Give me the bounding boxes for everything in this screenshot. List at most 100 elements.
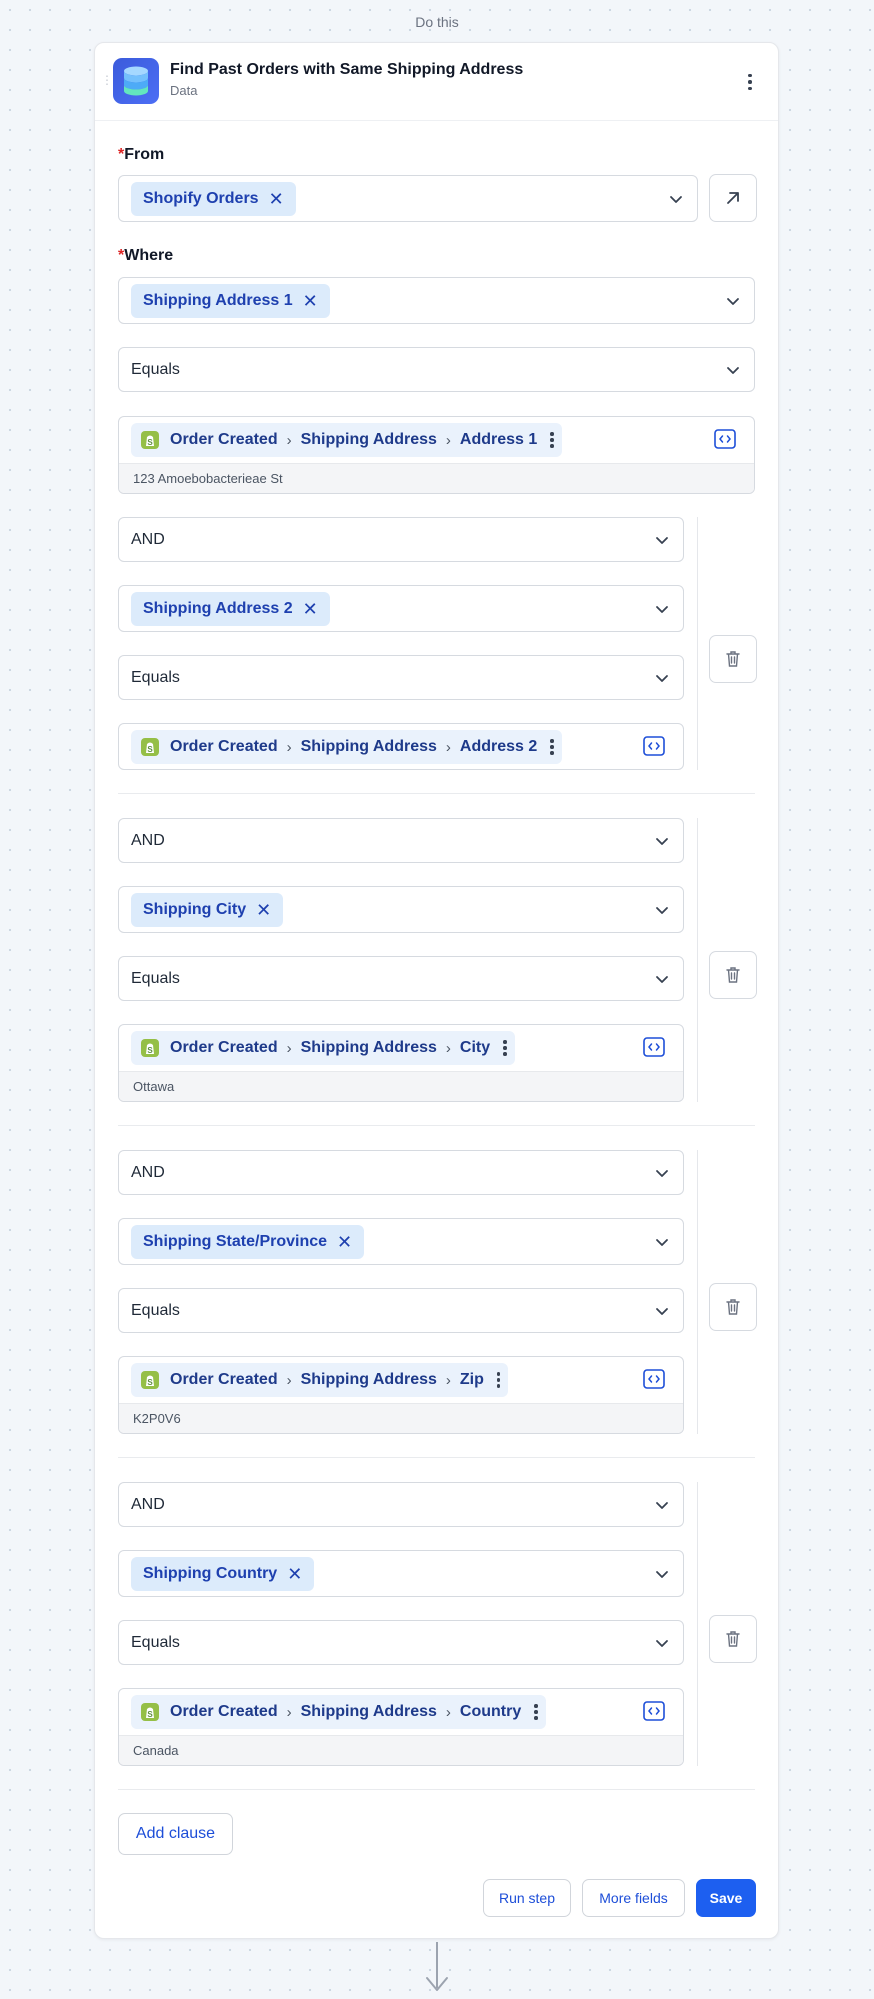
shopify-icon: S (141, 1371, 159, 1389)
arrow-up-right-icon (727, 192, 739, 204)
chevron-down-icon (656, 1238, 668, 1246)
clause-conjunction-select[interactable]: AND (118, 1150, 684, 1195)
chevron-down-icon (656, 605, 668, 613)
field-chip: Shipping Address 2 ✕ (131, 591, 330, 626)
chevron-down-icon (656, 674, 668, 682)
where-operator-select[interactable]: Equals (118, 347, 755, 392)
code-toggle-icon[interactable] (643, 1701, 665, 1721)
field-chip: Shipping Country ✕ (131, 1556, 315, 1591)
clause-value-input[interactable]: S Order Created › Shipping Address › Count… (118, 1688, 684, 1766)
clause-conjunction-select[interactable]: AND (118, 818, 684, 863)
variable-menu-icon[interactable] (534, 1704, 538, 1720)
database-icon (113, 58, 159, 104)
variable-menu-icon[interactable] (496, 1372, 501, 1388)
remove-chip-icon[interactable]: ✕ (287, 1565, 302, 1583)
remove-chip-icon[interactable]: ✕ (303, 600, 318, 618)
value-preview: K2P0V6 (119, 1403, 683, 1433)
chevron-down-icon (670, 195, 682, 203)
clause-operator-select[interactable]: Equals (118, 956, 684, 1001)
clause-conjunction-select[interactable]: AND (118, 1482, 684, 1527)
value-preview: 123 Amoebobacterieae St (119, 463, 754, 493)
trash-icon (726, 967, 740, 983)
field-chip: Shipping State/Province ✕ (131, 1224, 365, 1259)
step-subtitle: Data (170, 83, 198, 98)
clause-divider (697, 1150, 698, 1434)
remove-chip-icon[interactable]: ✕ (256, 901, 271, 919)
code-toggle-icon[interactable] (643, 1369, 665, 1389)
clause-conjunction-select[interactable]: AND (118, 517, 684, 562)
chevron-down-icon (656, 1501, 668, 1509)
where-field-select[interactable]: Shipping Address 1 ✕ (118, 277, 755, 324)
chevron-down-icon (656, 975, 668, 983)
field-chip: Shipping City ✕ (131, 892, 284, 927)
variable-chip[interactable]: S Order Created › Shipping Address › City (131, 1031, 515, 1065)
where-label: *Where (118, 247, 174, 264)
step-card: ⋮⋮ Find Past Orders with Same Shipping A… (94, 42, 779, 1939)
delete-clause-button[interactable] (709, 951, 757, 999)
clause-operator-select[interactable]: Equals (118, 655, 684, 700)
add-clause-button[interactable]: Add clause (118, 1813, 233, 1855)
value-preview: Canada (119, 1735, 683, 1765)
trash-icon (726, 1299, 740, 1315)
delete-clause-button[interactable] (709, 1283, 757, 1331)
svg-text:S: S (147, 1710, 153, 1719)
step-header: ⋮⋮ Find Past Orders with Same Shipping A… (95, 43, 778, 121)
chevron-down-icon (656, 1169, 668, 1177)
variable-menu-icon[interactable] (550, 739, 554, 755)
step-connector-label: Do this (415, 14, 459, 30)
clause-field-select[interactable]: Shipping Address 2 ✕ (118, 585, 684, 632)
chevron-down-icon (656, 1570, 668, 1578)
delete-clause-button[interactable] (709, 1615, 757, 1663)
shopify-icon: S (141, 738, 159, 756)
clause-value-input[interactable]: S Order Created › Shipping Address › Addre… (118, 723, 684, 770)
clause-separator (118, 1457, 755, 1458)
code-toggle-icon[interactable] (643, 736, 665, 756)
remove-chip-icon[interactable]: ✕ (269, 190, 284, 208)
step-menu-icon[interactable] (740, 70, 760, 94)
svg-text:S: S (147, 438, 153, 447)
variable-chip[interactable]: S Order Created › Shipping Address › Addre… (131, 423, 562, 457)
trash-icon (726, 1631, 740, 1647)
code-toggle-icon[interactable] (714, 429, 736, 449)
open-table-button[interactable] (709, 174, 757, 222)
svg-text:S: S (147, 1046, 153, 1055)
remove-chip-icon[interactable]: ✕ (303, 292, 318, 310)
save-button[interactable]: Save (696, 1879, 756, 1917)
clause-field-select[interactable]: Shipping State/Province ✕ (118, 1218, 684, 1265)
variable-chip[interactable]: S Order Created › Shipping Address › Zip (131, 1363, 509, 1397)
clause-value-input[interactable]: S Order Created › Shipping Address › Zip K… (118, 1356, 684, 1434)
chevron-down-icon (656, 1639, 668, 1647)
clause-operator-select[interactable]: Equals (118, 1288, 684, 1333)
clause-divider (697, 818, 698, 1102)
clause-field-select[interactable]: Shipping Country ✕ (118, 1550, 684, 1597)
from-chip: Shopify Orders ✕ (131, 181, 296, 216)
shopify-icon: S (141, 431, 159, 449)
remove-chip-icon[interactable]: ✕ (337, 1233, 352, 1251)
trash-icon (726, 651, 740, 667)
chevron-down-icon (727, 366, 739, 374)
clause-field-select[interactable]: Shipping City ✕ (118, 886, 684, 933)
shopify-icon: S (141, 1703, 159, 1721)
clause-separator (118, 793, 755, 794)
clause-separator (118, 1125, 755, 1126)
clause-value-input[interactable]: S Order Created › Shipping Address › City … (118, 1024, 684, 1102)
clause-separator (118, 1789, 755, 1790)
more-fields-button[interactable]: More fields (582, 1879, 685, 1917)
value-preview: Ottawa (119, 1071, 683, 1101)
where-value-input[interactable]: S Order Created › Shipping Address › Addre… (118, 416, 755, 494)
variable-menu-icon[interactable] (550, 432, 554, 448)
variable-chip[interactable]: S Order Created › Shipping Address › Count… (131, 1695, 546, 1729)
run-step-button[interactable]: Run step (483, 1879, 571, 1917)
shopify-icon: S (141, 1039, 159, 1057)
clause-operator-select[interactable]: Equals (118, 1620, 684, 1665)
clause-divider (697, 1482, 698, 1766)
variable-menu-icon[interactable] (503, 1040, 507, 1056)
svg-text:S: S (147, 1378, 153, 1387)
chevron-down-icon (656, 906, 668, 914)
variable-chip[interactable]: S Order Created › Shipping Address › Addre… (131, 730, 562, 764)
delete-clause-button[interactable] (709, 635, 757, 683)
from-select[interactable]: Shopify Orders ✕ (118, 175, 698, 222)
from-label: *From (118, 146, 165, 163)
code-toggle-icon[interactable] (643, 1037, 665, 1057)
chevron-down-icon (656, 1307, 668, 1315)
